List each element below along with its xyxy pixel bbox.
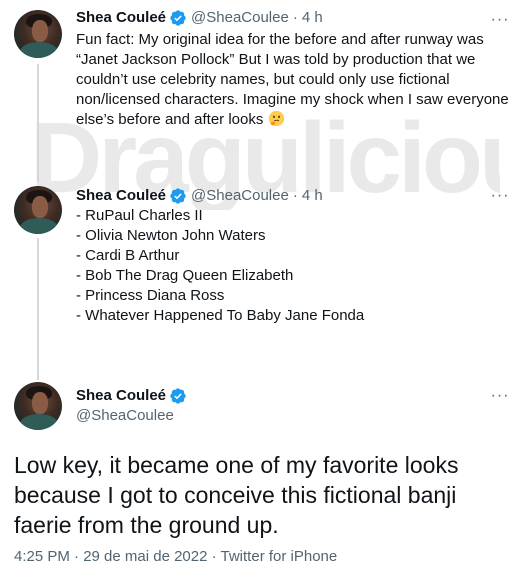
tweet-2[interactable]: Shea Couleé @SheaCoulee · 4 h ··· - RuPa… [0, 182, 524, 380]
tweet-1[interactable]: Shea Couleé @SheaCoulee · 4 h ··· Fun fa… [0, 0, 524, 182]
author-name[interactable]: Shea Couleé [76, 386, 166, 406]
tweet-text: - RuPaul Charles II - Olivia Newton John… [76, 206, 512, 326]
tweet-text: Fun fact: My original idea for the befor… [76, 30, 512, 130]
timestamp[interactable]: 4 h [302, 8, 323, 28]
thread-connector [37, 64, 39, 182]
tweet-header: Shea Couleé @SheaCoulee · 4 h [76, 8, 323, 28]
list-item: - Princess Diana Ross [76, 287, 225, 304]
verified-badge-icon [170, 388, 186, 404]
avatar[interactable] [14, 382, 62, 430]
tweet-metadata[interactable]: 4:25 PM · 29 de mai de 2022 · Twitter fo… [14, 547, 337, 567]
tweet-text: Low key, it became one of my favorite lo… [14, 452, 459, 538]
list-item: - Bob The Drag Queen Elizabeth [76, 267, 294, 284]
list-item: - RuPaul Charles II [76, 207, 203, 224]
separator-dot: · [292, 187, 298, 204]
avatar[interactable] [14, 10, 62, 58]
thinking-face-icon [268, 110, 284, 127]
author-handle[interactable]: @SheaCoulee [191, 8, 289, 28]
verified-badge-icon [170, 10, 186, 26]
timestamp[interactable]: 4 h [302, 186, 323, 206]
list-item: - Cardi B Arthur [76, 247, 180, 264]
author-name[interactable]: Shea Couleé [76, 186, 166, 206]
more-options-icon[interactable]: ··· [490, 388, 510, 410]
separator-dot: · [292, 9, 298, 26]
author-name-row: Shea Couleé [76, 386, 191, 406]
author-handle[interactable]: @SheaCoulee [191, 186, 289, 206]
list-item: - Olivia Newton John Waters [76, 227, 266, 244]
author-handle[interactable]: @SheaCoulee [76, 406, 174, 426]
thread-connector [37, 238, 39, 380]
tweet-header: Shea Couleé @SheaCoulee · 4 h [76, 186, 323, 206]
tweet-text-content: Fun fact: My original idea for the befor… [76, 31, 509, 128]
list-item: - Whatever Happened To Baby Jane Fonda [76, 307, 365, 324]
author-name[interactable]: Shea Couleé [76, 8, 166, 28]
avatar[interactable] [14, 186, 62, 234]
verified-badge-icon [170, 188, 186, 204]
main-tweet[interactable]: Shea Couleé @SheaCoulee ··· Low key, it … [0, 380, 524, 579]
